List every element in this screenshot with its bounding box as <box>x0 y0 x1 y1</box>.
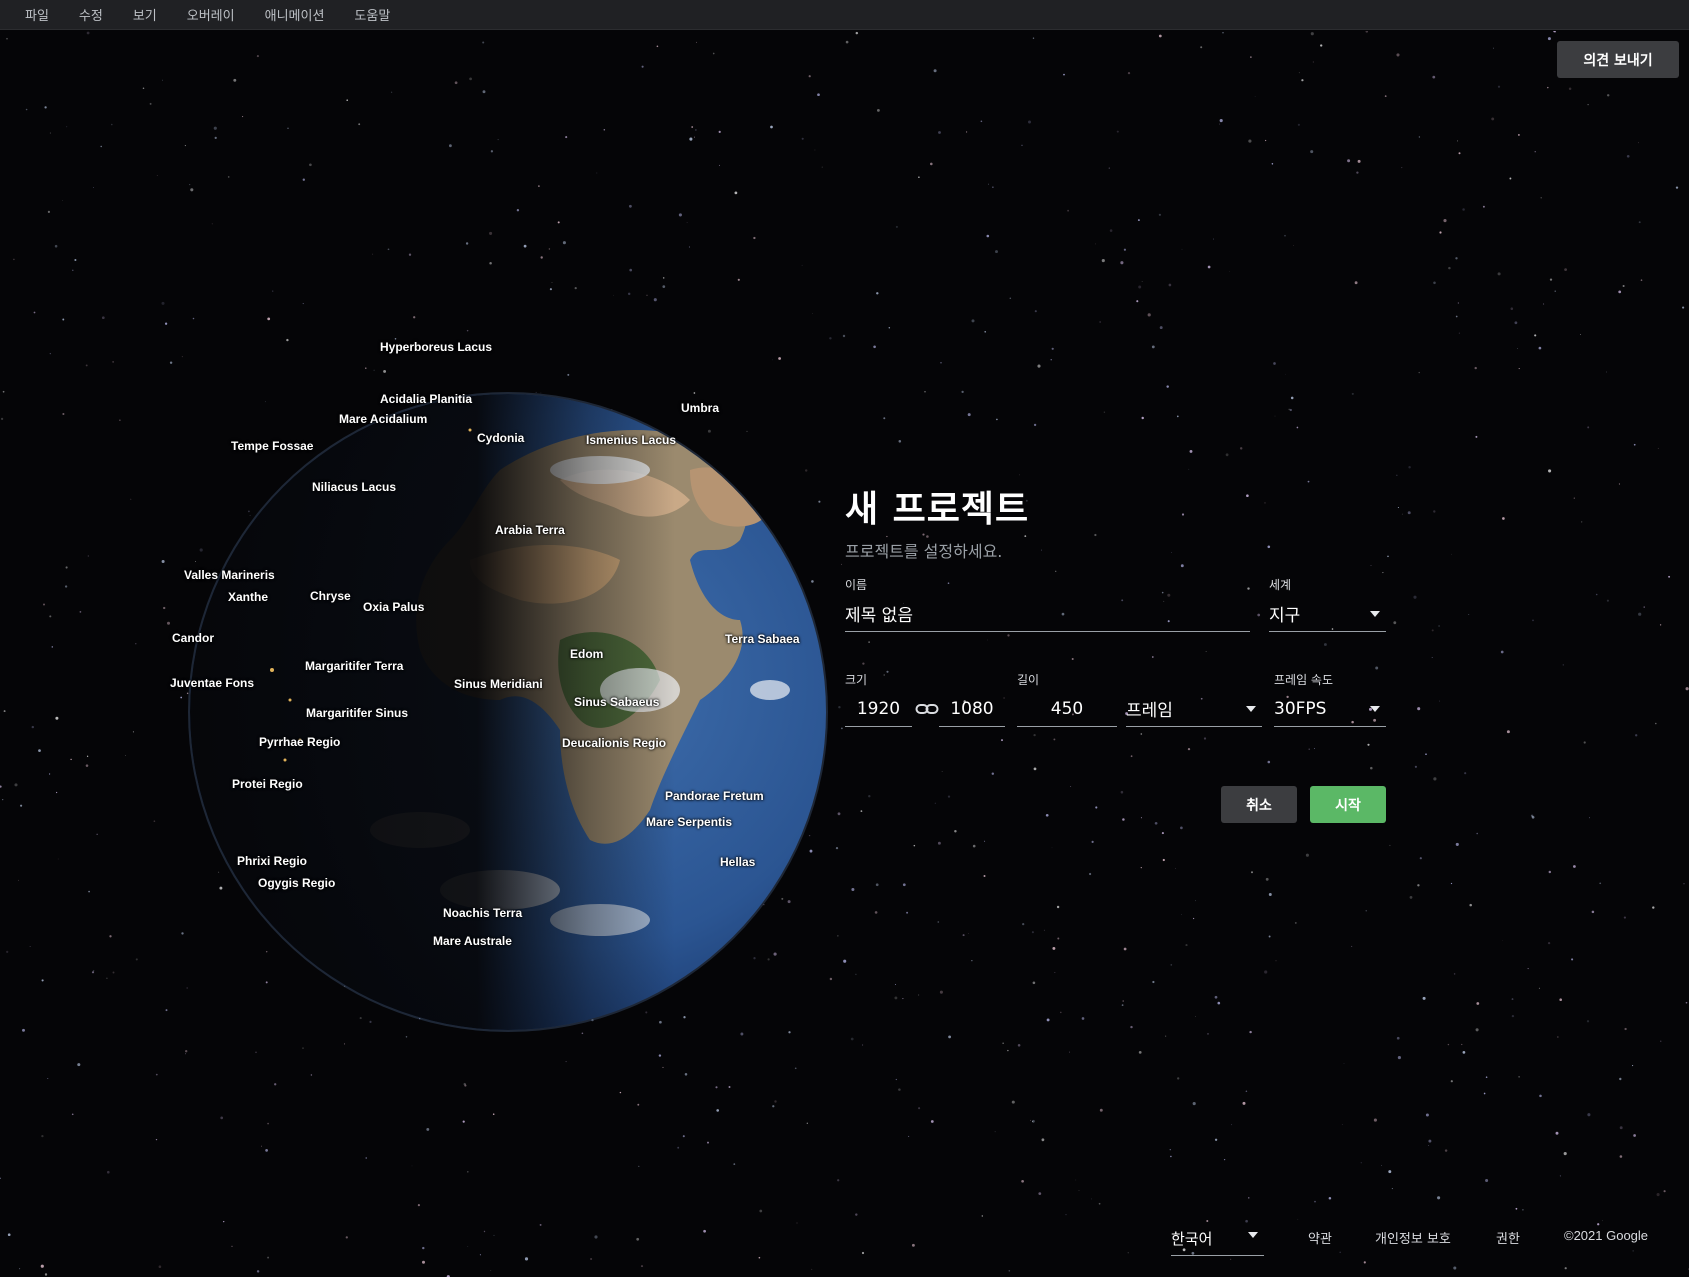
height-input[interactable]: 1080 <box>939 691 1005 727</box>
map-label: Margaritifer Terra <box>305 659 404 673</box>
map-label: Edom <box>570 647 604 661</box>
starfield-background <box>0 31 1689 1277</box>
map-label: Mare Serpentis <box>646 815 733 829</box>
name-field: 이름 제목 없음 <box>845 576 1250 636</box>
chevron-down-icon <box>1248 1232 1258 1238</box>
width-input[interactable]: 1920 <box>845 691 912 727</box>
map-label: Terra Sabaea <box>725 632 800 646</box>
map-label: Umbra <box>681 401 720 415</box>
map-label: Mare Acidalium <box>339 412 428 426</box>
world-field: 세계 지구 <box>1269 576 1386 636</box>
dialog-title: 새 프로젝트 <box>845 489 1030 530</box>
name-label: 이름 <box>845 578 868 592</box>
map-label: Hyperboreus Lacus <box>380 340 493 354</box>
map-label: Pandorae Fretum <box>665 789 764 803</box>
map-label: Xanthe <box>228 590 269 604</box>
map-label: Valles Marineris <box>184 568 275 582</box>
map-label: Cydonia <box>477 431 525 445</box>
permissions-link[interactable]: 권한 <box>1496 1228 1520 1247</box>
map-label: Sinus Sabaeus <box>574 695 660 709</box>
length-unit-value: 프레임 <box>1126 701 1173 721</box>
size-label: 크기 <box>845 673 868 687</box>
cancel-button[interactable]: 취소 <box>1221 786 1297 823</box>
fps-select[interactable]: 30FPS <box>1274 691 1386 727</box>
map-label: Phrixi Regio <box>237 854 308 868</box>
privacy-link[interactable]: 개인정보 보호 <box>1375 1228 1451 1247</box>
map-label: Candor <box>172 631 214 645</box>
language-select[interactable]: 한국어 <box>1171 1222 1264 1256</box>
menu-help[interactable]: 도움말 <box>339 5 405 24</box>
map-label: Pyrrhae Regio <box>259 735 341 749</box>
world-select-value: 지구 <box>1269 606 1301 626</box>
map-label: Acidalia Planitia <box>380 392 473 406</box>
menu-bar: 파일 수정 보기 오버레이 애니메이션 도움말 <box>0 0 1689 30</box>
menu-file[interactable]: 파일 <box>10 5 64 24</box>
fps-label: 프레임 속도 <box>1274 673 1334 687</box>
map-label: Hellas <box>720 855 756 869</box>
chevron-down-icon <box>1370 705 1380 712</box>
language-select-value: 한국어 <box>1171 1230 1213 1248</box>
map-label: Chryse <box>310 589 351 603</box>
fps-select-value: 30FPS <box>1274 698 1327 719</box>
length-unit-select[interactable]: 프레임 <box>1126 691 1262 727</box>
length-field: 길이 450 프레임 <box>1017 671 1262 731</box>
map-label: Oxia Palus <box>363 600 425 614</box>
map-label: Margaritifer Sinus <box>306 706 409 720</box>
world-select[interactable]: 지구 <box>1269 596 1386 632</box>
send-feedback-button[interactable]: 의견 보내기 <box>1557 41 1679 78</box>
world-label: 세계 <box>1269 578 1292 592</box>
name-input[interactable]: 제목 없음 <box>845 596 1250 632</box>
map-label: Ogygis Regio <box>258 876 336 890</box>
menu-overlay[interactable]: 오버레이 <box>172 5 250 24</box>
length-input[interactable]: 450 <box>1017 691 1117 727</box>
map-label: Protei Regio <box>232 777 303 791</box>
menu-animation[interactable]: 애니메이션 <box>250 5 340 24</box>
new-project-dialog: 새 프로젝트 프로젝트를 설정하세요. 이름 제목 없음 세계 지구 크기 19… <box>845 480 1386 823</box>
map-label: Ismenius Lacus <box>586 433 677 447</box>
map-label: Deucalionis Regio <box>562 736 667 750</box>
menu-edit[interactable]: 수정 <box>64 5 118 24</box>
map-label: Tempe Fossae <box>231 439 314 453</box>
map-label: Sinus Meridiani <box>454 677 543 691</box>
dialog-subtitle: 프로젝트를 설정하세요. <box>845 542 1003 561</box>
chevron-down-icon <box>1246 705 1256 712</box>
menu-view[interactable]: 보기 <box>118 5 172 24</box>
fps-field: 프레임 속도 30FPS <box>1274 671 1386 731</box>
copyright: ©2021 Google <box>1564 1228 1649 1243</box>
map-label: Noachis Terra <box>443 906 523 920</box>
terms-link[interactable]: 약관 <box>1308 1228 1332 1247</box>
link-icon[interactable] <box>915 702 939 716</box>
map-label: Arabia Terra <box>495 523 565 537</box>
chevron-down-icon <box>1370 610 1380 617</box>
size-field: 크기 1920 1080 <box>845 671 1010 731</box>
length-label: 길이 <box>1017 673 1040 687</box>
start-button[interactable]: 시작 <box>1310 786 1386 823</box>
map-label: Juventae Fons <box>170 676 255 690</box>
map-label: Mare Australe <box>433 934 512 948</box>
map-label: Niliacus Lacus <box>312 480 397 494</box>
